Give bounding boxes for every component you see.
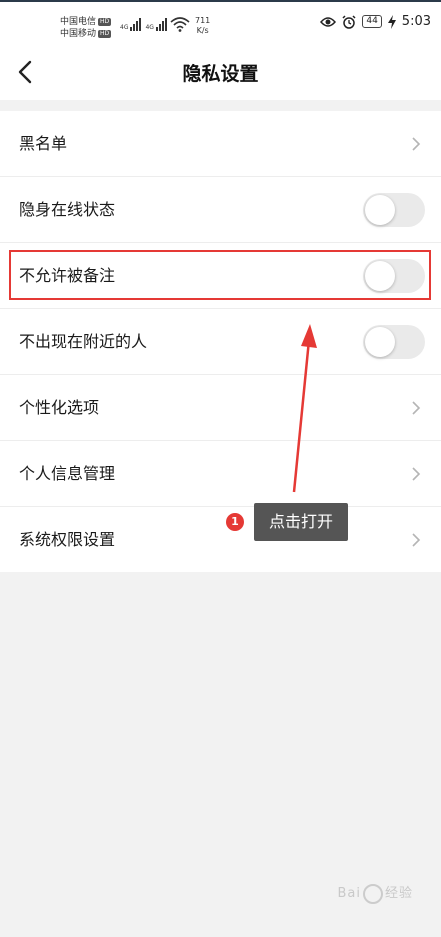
hide-nearby-toggle[interactable] <box>363 325 425 359</box>
signal-strength-icon: 4G <box>145 18 167 31</box>
speed-unit: K/s <box>196 26 209 35</box>
watermark-text: Bai <box>337 886 361 901</box>
signal-icons: 4G 4G <box>120 18 167 31</box>
network-type-1: 4G <box>120 24 129 31</box>
charging-icon <box>387 14 396 29</box>
nav-header: 隐私设置 <box>0 42 441 100</box>
settings-row-personal-info[interactable]: 个人信息管理 <box>0 441 441 507</box>
annotation-tooltip: 点击打开 <box>254 503 348 541</box>
row-label: 不出现在附近的人 <box>19 332 148 351</box>
watermark-text-2: 经验 <box>384 886 413 901</box>
status-right: 44 5:03 <box>320 14 431 29</box>
toggle-knob <box>365 195 395 225</box>
page-title: 隐私设置 <box>182 63 259 85</box>
hd-badge: HD <box>98 30 112 38</box>
chevron-right-icon <box>412 533 421 547</box>
network-type-2: 4G <box>145 24 154 31</box>
chevron-right-icon <box>412 467 421 481</box>
network-speed: 711 K/s <box>195 16 210 36</box>
watermark: Bai 经验 <box>337 882 413 904</box>
carrier-2: 中国移动 HD <box>60 28 112 40</box>
row-label: 隐身在线状态 <box>19 200 116 219</box>
signal-strength-icon: 4G <box>120 18 142 31</box>
settings-row-invisible-status: 隐身在线状态 <box>0 177 441 243</box>
wifi-icon <box>170 17 190 32</box>
carrier-2-name: 中国移动 <box>60 29 97 39</box>
step-badge: 1 <box>226 513 244 531</box>
carrier-1: 中国电信 HD <box>60 16 112 28</box>
carrier-info: 中国电信 HD 中国移动 HD <box>60 16 112 40</box>
row-label: 黑名单 <box>19 134 68 153</box>
chevron-right-icon <box>412 137 421 151</box>
row-label: 个人信息管理 <box>19 464 116 483</box>
speed-value: 711 <box>195 16 211 25</box>
chevron-right-icon <box>412 401 421 415</box>
row-label: 个性化选项 <box>19 398 100 417</box>
settings-row-personalization[interactable]: 个性化选项 <box>0 375 441 441</box>
status-bar: 中国电信 HD 中国移动 HD 4G 4G 711 K/s 44 5:03 <box>0 2 441 42</box>
settings-row-blacklist[interactable]: 黑名单 <box>0 111 441 177</box>
carrier-1-name: 中国电信 <box>60 17 97 27</box>
toggle-knob <box>365 327 395 357</box>
settings-row-system-permissions[interactable]: 系统权限设置 <box>0 507 441 572</box>
settings-list: 黑名单 隐身在线状态 不允许被备注 不出现在附近的人 个性化选项 个人信息管理 … <box>0 111 441 572</box>
alarm-icon <box>342 14 356 29</box>
row-label: 系统权限设置 <box>19 530 116 549</box>
hd-badge: HD <box>98 18 112 26</box>
settings-row-hide-nearby: 不出现在附近的人 <box>0 309 441 375</box>
highlight-box <box>9 250 431 300</box>
annotation-arrow <box>292 324 317 493</box>
eye-icon <box>320 16 337 27</box>
paw-logo-icon <box>362 883 383 904</box>
battery-indicator: 44 <box>362 15 382 28</box>
invisible-status-toggle[interactable] <box>363 193 425 227</box>
clock: 5:03 <box>401 14 431 29</box>
